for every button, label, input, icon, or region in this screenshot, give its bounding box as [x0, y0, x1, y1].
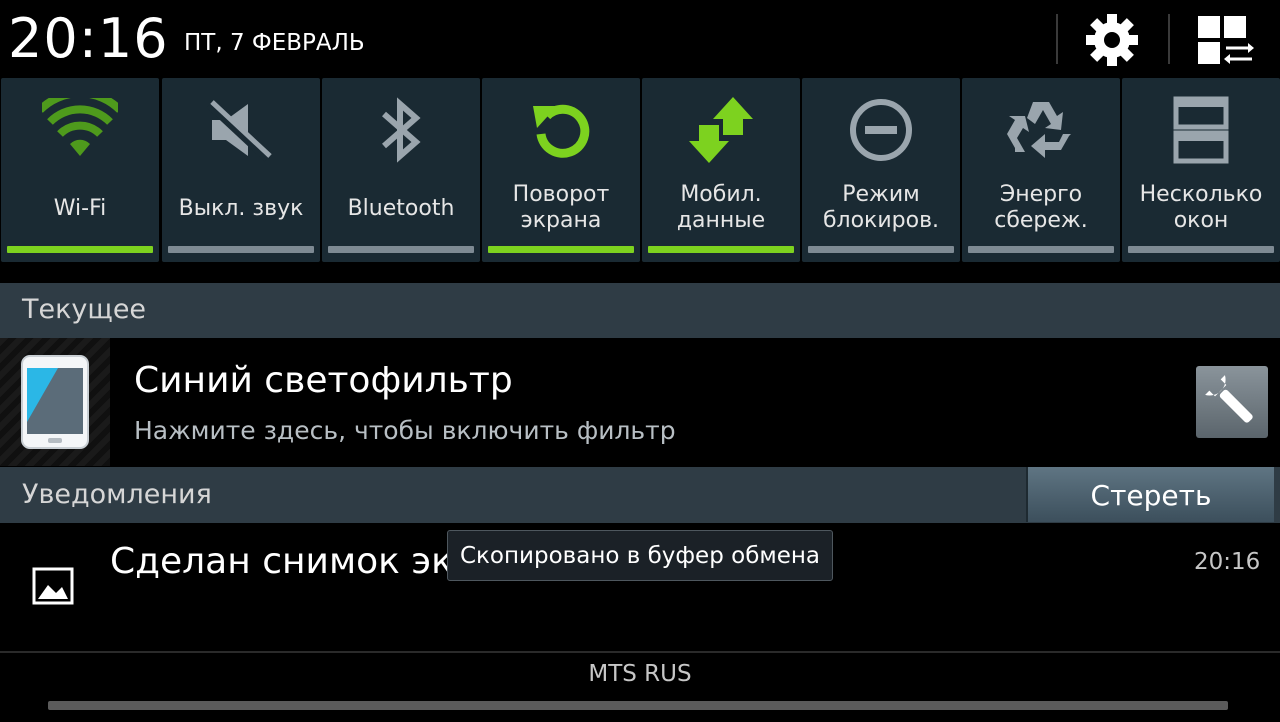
- toggle-state-bar: [968, 246, 1114, 253]
- ongoing-section-header: Текущее: [0, 283, 1280, 338]
- toggle-mobile-data[interactable]: Мобил. данные: [642, 78, 800, 262]
- toggle-state-bar: [328, 246, 474, 253]
- quick-settings-panel: Wi-Fi Выкл. звук Bluetooth Поворот экран…: [0, 78, 1280, 262]
- date: ПТ, 7 ФЕВРАЛЬ: [184, 30, 365, 56]
- toggle-power-saving[interactable]: Энерго сбереж.: [962, 78, 1120, 262]
- clock: 20:16: [8, 7, 169, 70]
- mute-icon: [162, 92, 320, 168]
- toggle-state-bar: [488, 246, 634, 253]
- mobile-data-icon: [642, 92, 800, 168]
- wrench-icon: [1205, 375, 1253, 423]
- settings-gear-icon[interactable]: [1084, 12, 1140, 68]
- blue-filter-notification[interactable]: Синий светофильтр Нажмите здесь, чтобы в…: [0, 338, 1280, 466]
- toggle-state-bar: [808, 246, 954, 253]
- app-icon-panel: [0, 338, 110, 466]
- notifications-header-label: Уведомления: [22, 479, 212, 510]
- toggle-label: Bluetooth: [347, 196, 455, 221]
- toggle-bluetooth[interactable]: Bluetooth: [322, 78, 480, 262]
- bluetooth-icon: [322, 92, 480, 168]
- notification-title: Синий светофильтр: [134, 360, 513, 401]
- toggle-state-bar: [7, 246, 153, 253]
- toggle-rotate[interactable]: Поворот экрана: [482, 78, 640, 262]
- toggle-state-bar: [168, 246, 314, 253]
- wrench-settings-button[interactable]: [1196, 366, 1268, 438]
- toggle-label: Энерго сбереж.: [994, 182, 1088, 233]
- image-icon: [32, 567, 74, 605]
- grid-switch-icon[interactable]: [1196, 14, 1254, 66]
- multi-window-icon: [1122, 92, 1280, 168]
- toggle-wifi[interactable]: Wi-Fi: [1, 78, 159, 262]
- toggle-block-mode[interactable]: Режим блокиров.: [802, 78, 960, 262]
- toggle-label: Поворот экрана: [512, 182, 610, 233]
- recycle-icon: [962, 92, 1120, 168]
- ongoing-header-label: Текущее: [22, 294, 147, 325]
- wifi-icon: [1, 92, 159, 168]
- divider: [1168, 14, 1170, 64]
- toggle-label: Несколько окон: [1139, 182, 1263, 233]
- toggle-state-bar: [1128, 246, 1274, 253]
- toast-message: Скопировано в буфер обмена: [447, 530, 833, 581]
- clear-button[interactable]: Стереть: [1026, 467, 1274, 522]
- bottom-bar: MTS RUS: [0, 651, 1280, 722]
- toggle-multi-window[interactable]: Несколько окон: [1122, 78, 1280, 262]
- notification-subtitle: Нажмите здесь, чтобы включить фильтр: [134, 416, 676, 445]
- drag-handle[interactable]: [48, 701, 1228, 710]
- carrier-name: MTS RUS: [588, 661, 692, 687]
- toggle-label: Wi-Fi: [53, 196, 107, 221]
- toggle-label: Выкл. звук: [178, 196, 304, 221]
- toggle-mute[interactable]: Выкл. звук: [162, 78, 320, 262]
- block-mode-icon: [802, 92, 960, 168]
- toggle-state-bar: [648, 246, 794, 253]
- divider: [1056, 14, 1058, 64]
- toggle-label: Режим блокиров.: [822, 182, 940, 233]
- notification-time: 20:16: [1194, 549, 1261, 575]
- phone-icon: [21, 355, 89, 449]
- notification-title: Сделан снимок экра: [110, 541, 498, 582]
- toggle-label: Мобил. данные: [676, 182, 766, 233]
- rotate-icon: [482, 92, 640, 168]
- status-bar: 20:16 ПТ, 7 ФЕВРАЛЬ: [0, 0, 1280, 78]
